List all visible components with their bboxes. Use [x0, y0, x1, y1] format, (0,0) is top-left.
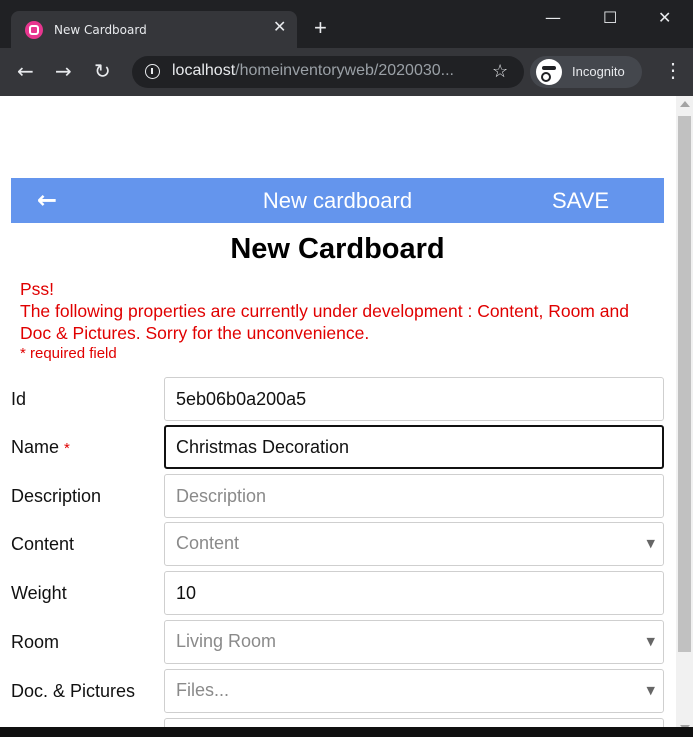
description-field[interactable]	[164, 474, 664, 518]
form-row-weight: Weight	[0, 571, 676, 615]
page-viewport: ← New cardboard SAVE New Cardboard Pss! …	[0, 96, 693, 737]
room-label: Room	[11, 632, 60, 652]
url-text: localhost/homeinventoryweb/2020030...	[172, 62, 454, 79]
bookmark-star-icon[interactable]: ☆	[492, 61, 508, 82]
scroll-up-icon[interactable]	[680, 101, 690, 107]
room-select-value: Living Room	[176, 631, 277, 651]
name-label: Name *	[11, 437, 70, 457]
save-button[interactable]: SAVE	[552, 188, 609, 214]
page-title: New Cardboard	[230, 233, 445, 265]
app-bar: ← New cardboard SAVE	[11, 178, 664, 223]
os-taskbar	[0, 727, 693, 737]
tab-title: New Cardboard	[54, 23, 147, 37]
development-notice: Pss! The following properties are curren…	[20, 278, 660, 344]
minimize-icon[interactable]: —	[545, 8, 561, 27]
form-row-description: Description	[0, 474, 676, 518]
chevron-down-icon: ▼	[646, 537, 655, 550]
back-icon[interactable]: ←	[17, 61, 34, 81]
page-scrollbar[interactable]	[676, 96, 693, 737]
required-field-note: * required field	[20, 345, 117, 362]
notice-line-2: The following properties are currently u…	[20, 301, 629, 343]
content-label: Content	[11, 534, 75, 554]
form-row-content: Content Content ▼	[0, 522, 676, 566]
docs-select[interactable]: Files... ▼	[164, 669, 664, 713]
form-row-id: Id	[0, 377, 676, 421]
weight-label: Weight	[11, 583, 67, 603]
scrollbar-thumb[interactable]	[678, 116, 691, 652]
maximize-icon[interactable]: ☐	[603, 8, 617, 27]
required-marker: *	[64, 440, 70, 457]
id-field[interactable]	[164, 377, 664, 421]
weight-field[interactable]	[164, 571, 664, 615]
incognito-indicator[interactable]: Incognito	[530, 56, 642, 88]
tab-strip: New Cardboard ✕ + — ☐ ✕	[0, 0, 693, 49]
name-field[interactable]	[164, 425, 664, 469]
forward-icon[interactable]: →	[55, 61, 72, 81]
new-tab-icon[interactable]: +	[314, 17, 327, 39]
reload-icon[interactable]: ↻	[94, 61, 111, 81]
browser-menu-icon[interactable]: ⋮	[663, 61, 683, 81]
description-label: Description	[11, 486, 102, 506]
chevron-down-icon: ▼	[646, 635, 655, 648]
address-bar[interactable]: localhost/homeinventoryweb/2020030... ☆	[132, 56, 524, 88]
incognito-icon	[536, 59, 562, 85]
browser-toolbar: ← → ↻ localhost/homeinventoryweb/2020030…	[0, 48, 693, 96]
form-row-name: Name *	[0, 425, 676, 469]
browser-tab[interactable]: New Cardboard ✕	[11, 11, 297, 49]
docs-label: Doc. & Pictures	[11, 681, 136, 701]
chevron-down-icon: ▼	[646, 684, 655, 697]
content-select[interactable]: Content ▼	[164, 522, 664, 566]
content-select-value: Content	[176, 533, 240, 553]
app-favicon-icon	[25, 21, 43, 39]
form-row-docs: Doc. & Pictures Files... ▼	[0, 669, 676, 713]
notice-line-1: Pss!	[20, 279, 55, 299]
tab-close-icon[interactable]: ✕	[273, 20, 286, 36]
close-window-icon[interactable]: ✕	[658, 8, 671, 27]
room-select[interactable]: Living Room ▼	[164, 620, 664, 664]
form-row-room: Room Living Room ▼	[0, 620, 676, 664]
id-label: Id	[11, 389, 27, 409]
incognito-label: Incognito	[572, 64, 625, 79]
docs-select-value: Files...	[176, 680, 230, 700]
site-info-icon[interactable]	[145, 64, 160, 79]
